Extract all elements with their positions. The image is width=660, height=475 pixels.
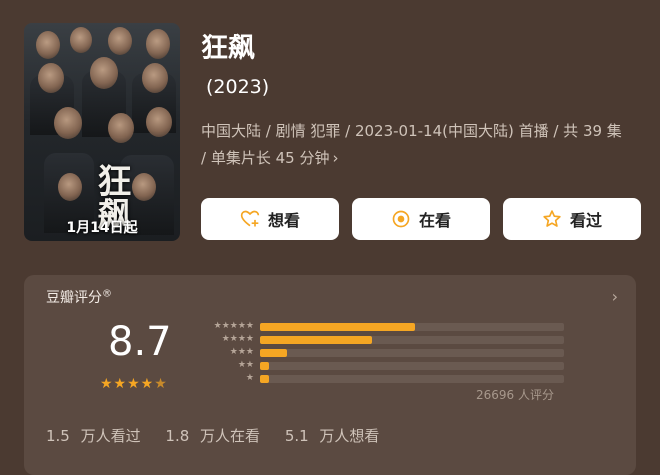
star-outline-icon: [543, 210, 561, 227]
distribution-bar-1: [260, 375, 270, 383]
want-to-watch-label: 想看: [267, 211, 300, 230]
want-count: 5.1 万人想看: [284, 427, 380, 445]
movie-year: (2023): [206, 76, 270, 98]
rating-count: 26696 人评分: [476, 388, 554, 402]
movie-meta-text: 中国大陆 / 剧情 犯罪 / 2023-01-14(中国大陆) 首播 / 共 3…: [201, 122, 622, 167]
chevron-right-icon[interactable]: ›: [612, 287, 618, 306]
watching-label: 在看: [418, 211, 451, 230]
poster-image[interactable]: 狂飙 1月14日起: [24, 23, 180, 241]
want-to-watch-button[interactable]: 想看: [201, 198, 339, 240]
watching-count: 1.8 万人在看: [165, 427, 261, 445]
movie-meta-link[interactable]: 中国大陆 / 剧情 犯罪 / 2023-01-14(中国大陆) 首播 / 共 3…: [201, 118, 631, 172]
rating-card[interactable]: 豆瓣评分® › 8.7 ★★★★★ ★★★★★ ★★★★ ★★★ ★★ ★ 26…: [24, 275, 636, 475]
heart-plus-icon: [240, 210, 260, 227]
watch-stats: 1.5 万人看过 1.8 万人在看 5.1 万人想看: [46, 425, 393, 446]
distribution-bar-2: [260, 362, 270, 370]
watched-label: 看过: [569, 211, 602, 230]
watched-count: 1.5 万人看过: [46, 427, 141, 445]
rating-stars: ★★★★★: [100, 376, 168, 392]
distribution-bar-5: [260, 323, 416, 331]
rating-score: 8.7: [108, 319, 172, 365]
chevron-right-icon: ›: [332, 149, 339, 167]
circle-dot-icon: [392, 210, 410, 228]
watched-button[interactable]: 看过: [503, 198, 641, 240]
distribution-bar-4: [260, 336, 373, 344]
rating-header: 豆瓣评分®: [46, 288, 112, 306]
distribution-bar-3: [260, 349, 288, 357]
poster-date-text: 1月14日起: [66, 220, 138, 236]
watching-button[interactable]: 在看: [352, 198, 490, 240]
movie-title: 狂飙: [201, 33, 255, 64]
